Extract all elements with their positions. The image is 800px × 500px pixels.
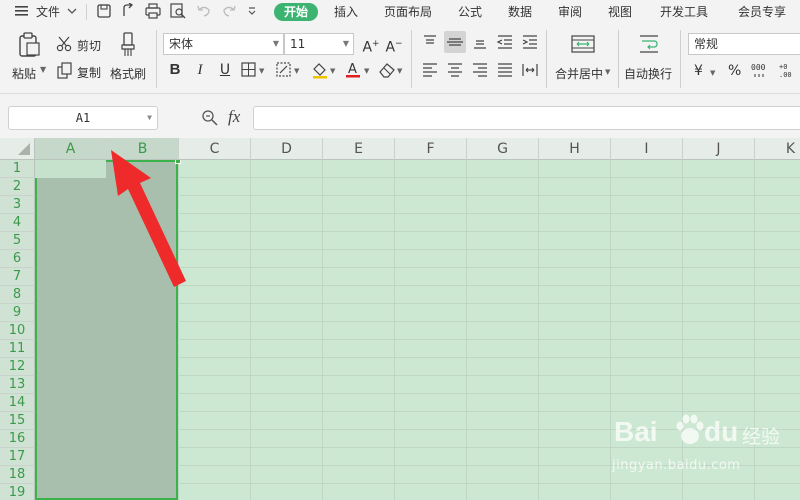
watermark-url: jingyan.baidu.com (612, 458, 741, 473)
watermark-brand: Bai (614, 416, 658, 447)
baidu-jingyan-watermark: Bai du 经验 jingyan.baidu.com (612, 410, 782, 480)
paw-icon (674, 414, 706, 451)
watermark-cn: 经验 (742, 426, 781, 448)
watermark-brand-suffix: du (704, 416, 739, 447)
